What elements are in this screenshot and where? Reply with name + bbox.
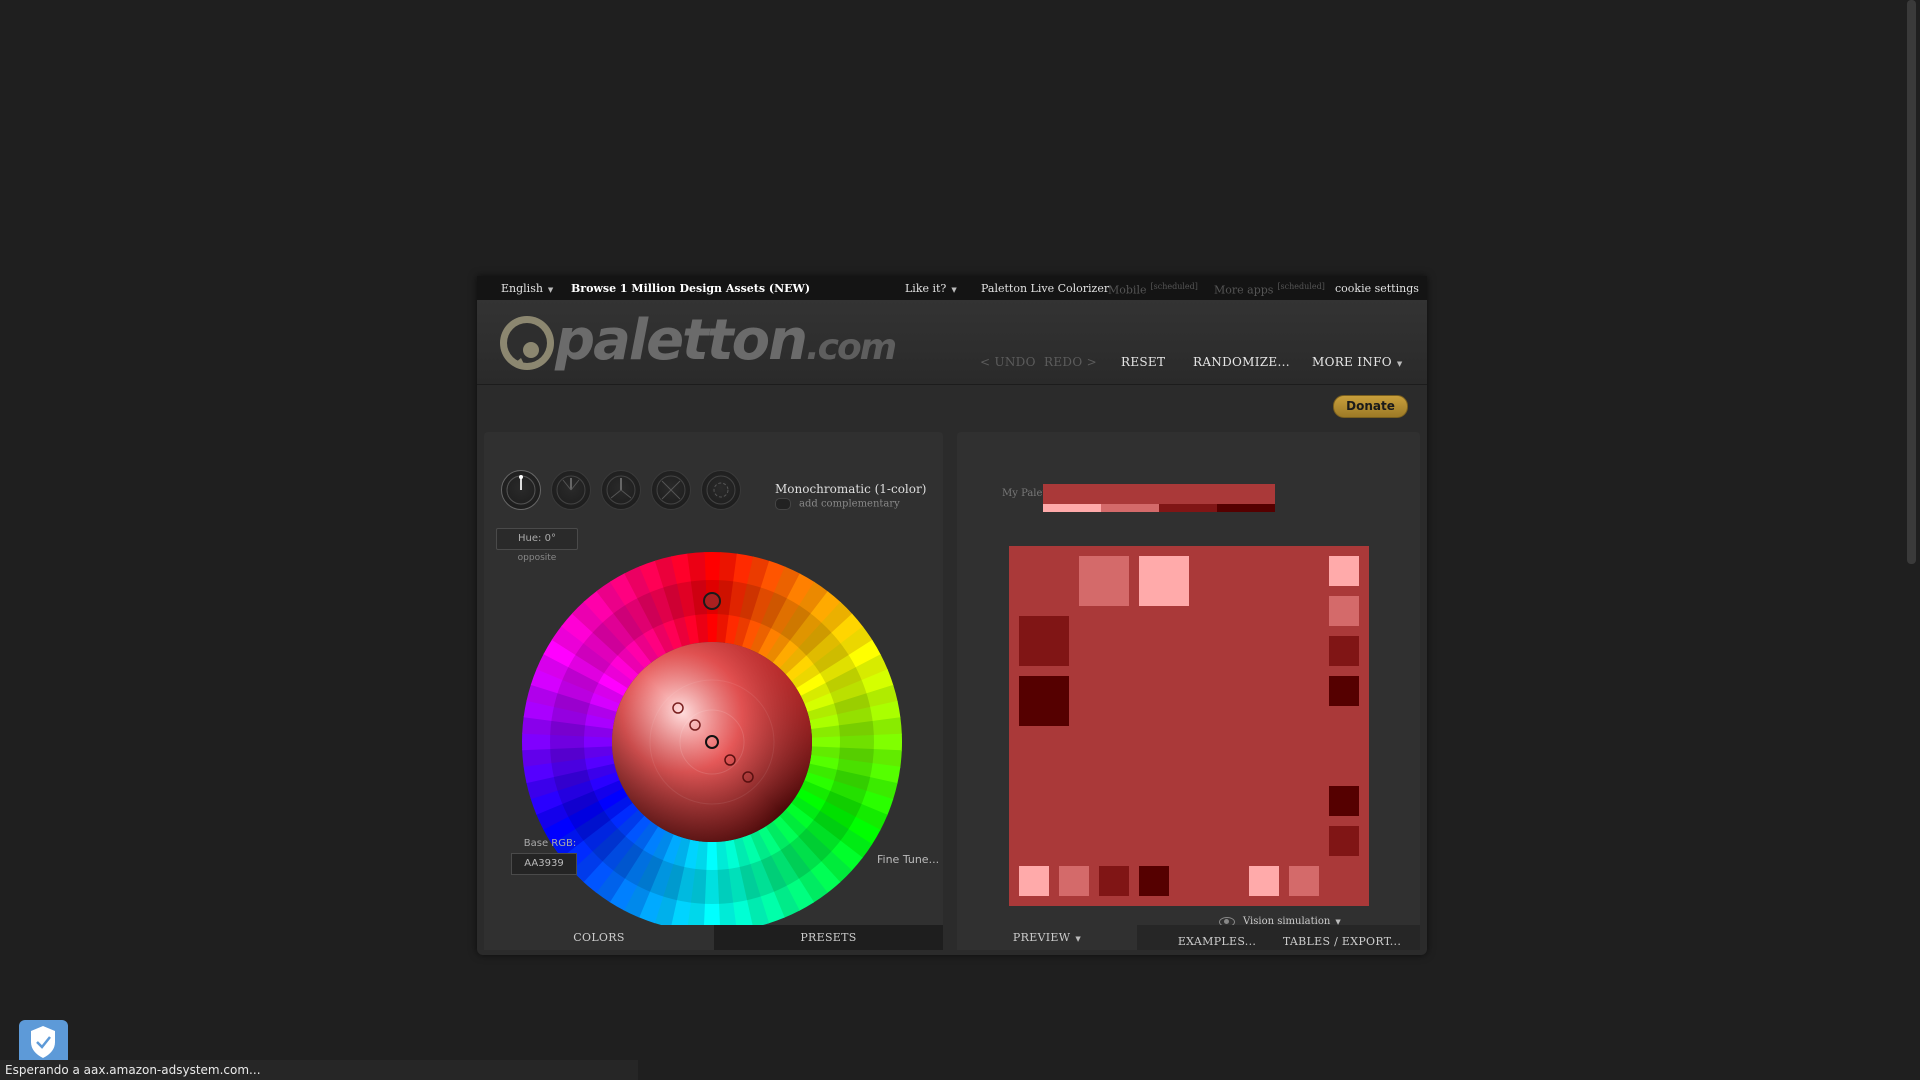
palette-darkest-swatch — [1217, 504, 1275, 512]
preview-square — [1289, 866, 1319, 896]
randomize-button[interactable]: RANDOMIZE... — [1193, 355, 1290, 369]
tab-preview[interactable]: PREVIEW ▼ — [957, 925, 1137, 950]
add-complementary-label: add complementary — [799, 498, 900, 510]
preview-square — [1059, 866, 1089, 896]
tab-tables-export[interactable]: TABLES / EXPORT... — [1277, 929, 1407, 954]
preview-square — [1249, 866, 1279, 896]
preview-square — [1019, 616, 1069, 666]
like-it-label: Like it? — [905, 282, 947, 295]
caret-down-icon: ▼ — [547, 286, 554, 294]
color-wheel-panel: Monochromatic (1-color) add complementar… — [484, 432, 943, 950]
my-palette-strip[interactable] — [1043, 484, 1275, 514]
cookie-settings-link[interactable]: cookie settings — [1335, 282, 1419, 295]
mobile-link[interactable]: Mobile [scheduled] — [1108, 282, 1198, 297]
preview-square — [1329, 636, 1359, 666]
undo-button[interactable]: < UNDO — [980, 355, 1036, 369]
preview-square — [1139, 866, 1169, 896]
preview-square — [1079, 556, 1129, 606]
caret-down-icon: ▼ — [951, 286, 957, 294]
paletton-logo-icon — [500, 316, 554, 370]
toggle-switch-icon — [775, 498, 791, 510]
adjacent-scheme-icon[interactable] — [551, 470, 591, 510]
hue-input[interactable]: Hue: 0° — [496, 528, 578, 550]
caret-down-icon: ▼ — [1396, 360, 1403, 368]
logo-tld: .com — [805, 327, 897, 368]
hue-handle[interactable] — [703, 592, 721, 610]
preview-square — [1329, 676, 1359, 706]
page-scrollbar[interactable] — [1903, 0, 1920, 1080]
color-wheel[interactable] — [520, 550, 904, 934]
paletton-app: English ▼ Browse 1 Million Design Assets … — [477, 276, 1427, 955]
preview-square — [1329, 556, 1359, 586]
fine-tune-link[interactable]: Fine Tune... — [877, 853, 939, 866]
free-style-scheme-icon[interactable] — [701, 470, 741, 510]
more-apps-link[interactable]: More apps [scheduled] — [1214, 282, 1325, 297]
more-info-label: MORE INFO — [1312, 355, 1392, 369]
logo-text: paletton.com — [555, 308, 897, 373]
mobile-label: Mobile — [1108, 283, 1147, 297]
tab-preview-label: PREVIEW — [1012, 931, 1071, 944]
more-info-menu[interactable]: MORE INFO ▼ — [1312, 355, 1403, 369]
palette-preview — [1009, 546, 1369, 906]
preview-square — [1139, 556, 1189, 606]
language-selector[interactable]: English ▼ — [501, 282, 553, 295]
base-rgb-label: Base RGB: — [523, 838, 577, 849]
scrollbar-thumb[interactable] — [1907, 0, 1916, 564]
more-apps-tag: [scheduled] — [1277, 282, 1325, 291]
browser-status-bar: Esperando a aax.amazon-adsystem.com... — [0, 1060, 638, 1080]
browse-assets-link[interactable]: Browse 1 Million Design Assets (NEW) — [571, 282, 810, 295]
saturation-disc-shade — [612, 642, 812, 842]
tab-examples[interactable]: EXAMPLES... — [1167, 929, 1267, 954]
shield-check-icon[interactable] — [19, 1020, 68, 1064]
redo-button[interactable]: REDO > — [1044, 355, 1097, 369]
reset-button[interactable]: RESET — [1121, 355, 1165, 369]
live-colorizer-link[interactable]: Paletton Live Colorizer — [981, 282, 1109, 295]
caret-down-icon: ▼ — [1075, 935, 1082, 943]
preview-square — [1329, 786, 1359, 816]
preview-square — [1019, 866, 1049, 896]
mono-scheme-icon[interactable] — [501, 470, 541, 510]
tab-presets[interactable]: PRESETS — [714, 925, 943, 950]
right-tabs: PREVIEW ▼ EXAMPLES... TABLES / EXPORT... — [957, 925, 1420, 950]
preview-square — [1099, 866, 1129, 896]
left-tabs: COLORS PRESETS — [484, 925, 943, 950]
logo-main: paletton — [555, 308, 808, 373]
language-label: English — [501, 282, 543, 295]
palette-base-swatch — [1043, 484, 1275, 504]
preview-square — [1329, 826, 1359, 856]
triad-scheme-icon[interactable] — [601, 470, 641, 510]
tetrad-scheme-icon[interactable] — [651, 470, 691, 510]
more-apps-label: More apps — [1214, 283, 1274, 297]
like-it-menu[interactable]: Like it? ▼ — [905, 282, 957, 295]
mobile-tag: [scheduled] — [1150, 282, 1198, 291]
preview-square — [1329, 596, 1359, 626]
preview-panel: My Palette: Vision simulation ▼ — [957, 432, 1420, 950]
scheme-title: Monochromatic (1-color) — [775, 482, 927, 496]
palette-dark-swatch — [1159, 504, 1217, 512]
base-rgb-input[interactable]: AA3939 — [511, 853, 577, 875]
palette-light-swatch — [1101, 504, 1159, 512]
header: paletton.com < UNDO REDO > RESET RANDOMI… — [477, 300, 1427, 385]
donate-button[interactable]: Donate — [1333, 395, 1408, 418]
add-complementary-toggle[interactable]: add complementary — [775, 498, 900, 510]
preview-square — [1019, 676, 1069, 726]
tab-colors[interactable]: COLORS — [484, 925, 714, 950]
palette-lightest-swatch — [1043, 504, 1101, 512]
top-bar: English ▼ Browse 1 Million Design Assets … — [477, 276, 1427, 300]
